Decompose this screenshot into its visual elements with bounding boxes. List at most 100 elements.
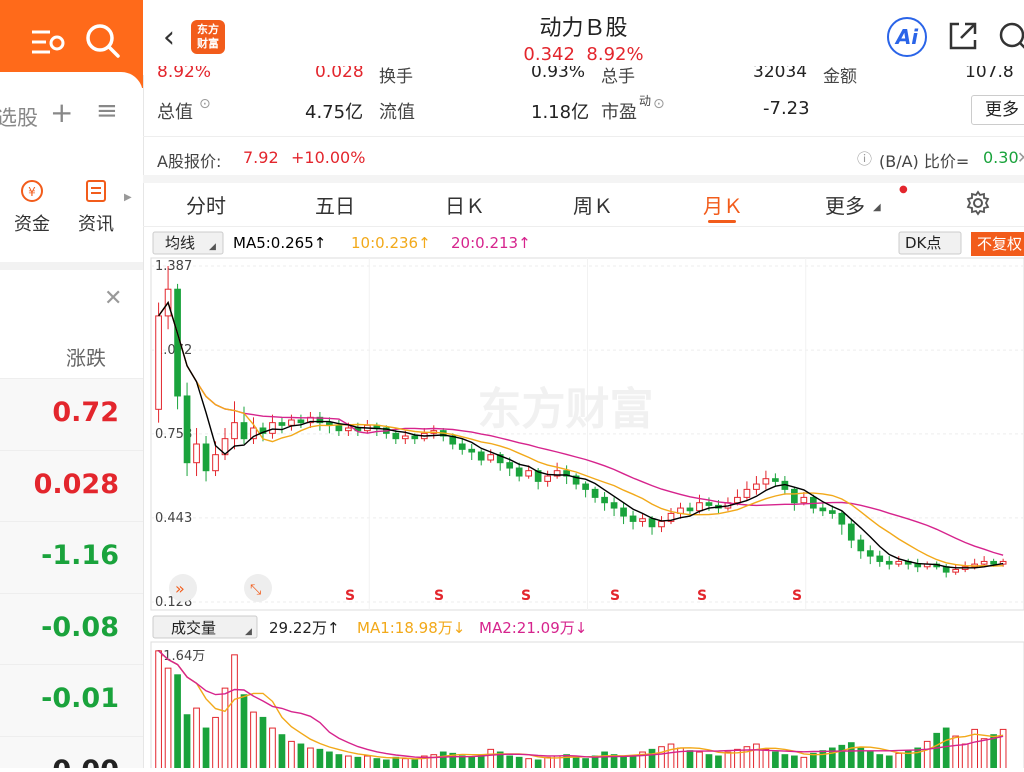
candle-body xyxy=(838,512,846,525)
volume-bar xyxy=(278,734,286,772)
volume-bar xyxy=(572,756,580,772)
search-icon[interactable] xyxy=(82,20,122,60)
candle-body xyxy=(772,478,779,482)
list-item[interactable]: -0.08 xyxy=(0,592,143,664)
close-icon[interactable]: ✕ xyxy=(104,286,122,311)
sell-signal-marker: S xyxy=(697,588,707,604)
volume-bar xyxy=(648,748,656,772)
candle-body xyxy=(914,563,922,568)
more-button[interactable]: 更多 xyxy=(971,95,1024,125)
list-item[interactable]: -1.16 xyxy=(0,521,143,593)
total-hands-value: 32034 xyxy=(753,66,808,82)
more-dots-icon[interactable]: ⊙ xyxy=(199,96,211,112)
kline-chart-svg[interactable]: 均线 ◢ MA5:0.265↑ 10:0.236↑ 20:0.213↑ DK点 不复权 1.3… xyxy=(143,228,1024,772)
quote-row-1: 8.92% 0.028 换手 0.93% 总手 32034 金额 107.8万 xyxy=(143,66,1024,88)
filter-settings-icon[interactable] xyxy=(28,22,68,62)
fund-flow-button[interactable]: ¥ 资金 xyxy=(7,178,57,236)
volume-bar xyxy=(781,754,789,772)
candle-body xyxy=(658,520,665,528)
search-icon[interactable] xyxy=(995,18,1024,54)
tab-daily-k[interactable]: 日Ｋ xyxy=(445,190,485,219)
volume-bar xyxy=(667,743,675,772)
volume-bar xyxy=(942,727,950,772)
volume-bar xyxy=(382,759,390,772)
volume-bar xyxy=(316,748,324,772)
volume-bar xyxy=(819,750,827,772)
left-sidebar: 选股 + ≡ ¥ 资金 资讯 ▶ ✕ 涨跌 0.72 0.028 -1.16 -0.0… xyxy=(0,0,144,768)
candle-body xyxy=(240,422,248,440)
candle-body xyxy=(392,432,400,440)
candle-body xyxy=(847,523,855,541)
expand-arrow-icon[interactable]: ▶ xyxy=(124,192,132,203)
tab-five-day[interactable]: 五日 xyxy=(315,190,355,219)
volume-bar xyxy=(961,743,969,772)
add-icon[interactable]: + xyxy=(50,96,73,129)
pe-dynamic-sup: 动 xyxy=(639,94,652,108)
tab-weekly-k[interactable]: 周Ｋ xyxy=(573,190,613,219)
candle-body xyxy=(952,568,960,573)
list-item[interactable]: 0.00 xyxy=(0,735,143,768)
total-hands-label: 总手 xyxy=(601,67,635,87)
change-column-header[interactable]: 涨跌 xyxy=(66,342,106,371)
quote-row-2: 总值 ⊙ 4.75亿 流值 1.18亿 市盈 动 ⊙ -7.23 xyxy=(143,94,1024,124)
volume-bar xyxy=(183,714,191,772)
volume-bar xyxy=(952,735,960,772)
menu-icon[interactable]: ≡ xyxy=(96,96,118,126)
watermark: 东方财富 xyxy=(478,384,654,435)
kline-chart-area[interactable]: 均线 ◢ MA5:0.265↑ 10:0.236↑ 20:0.213↑ DK点 不复权 1.3… xyxy=(143,228,1024,772)
candle-body xyxy=(743,488,751,498)
help-icon[interactable]: ⓘ xyxy=(857,148,872,169)
volume-bar xyxy=(809,752,817,772)
stock-header: ‹ 东方 财富 动力Ｂ股 0.342 8.92% Ai xyxy=(143,0,1024,75)
sell-signal-marker: S xyxy=(792,588,802,604)
list-item[interactable]: 0.72 xyxy=(0,378,143,450)
settings-gear-icon[interactable] xyxy=(965,190,991,216)
news-button[interactable]: 资讯 xyxy=(71,178,121,236)
volume-bar xyxy=(658,746,665,772)
volume-bar xyxy=(202,727,210,772)
tab-intraday[interactable]: 分时 xyxy=(186,190,226,219)
y-tick-label: 1.387 xyxy=(155,259,192,274)
volume-bar xyxy=(753,743,760,772)
stock-change-pct: 8.92% xyxy=(586,44,644,65)
stock-price: 0.342 xyxy=(523,44,575,65)
candle-body xyxy=(629,515,637,522)
a-share-quote-row: A股报价: 7.92 +10.00% ⓘ (B/A) 比价= 0.30 ✕ xyxy=(143,136,1024,183)
double-arrow-icon: » xyxy=(175,579,185,598)
tab-stock-picker[interactable]: 选股 xyxy=(0,102,38,132)
candle-body xyxy=(506,462,514,469)
dropdown-arrow-icon: ◢ xyxy=(209,242,216,252)
news-icon xyxy=(86,180,106,202)
change-value: -1.16 xyxy=(41,540,119,571)
volume-bar xyxy=(791,755,798,772)
ai-assistant-button[interactable]: Ai xyxy=(887,17,927,57)
share-icon[interactable] xyxy=(945,18,981,54)
volume-bar xyxy=(885,755,893,772)
total-value: 4.75亿 xyxy=(305,102,364,123)
candle-body xyxy=(269,422,276,434)
amount-label: 金额 xyxy=(823,67,857,87)
tab-more[interactable]: 更多 xyxy=(825,190,865,219)
close-ratio-icon[interactable]: ✕ xyxy=(1017,148,1024,167)
change-value: -0.01 xyxy=(41,683,119,714)
tab-monthly-k[interactable]: 月Ｋ xyxy=(703,190,743,219)
list-item[interactable]: -0.01 xyxy=(0,664,143,736)
volume-bar xyxy=(193,707,200,772)
active-tab-indicator xyxy=(708,220,736,223)
volume-bar xyxy=(715,755,722,772)
ratio-value: 0.30 xyxy=(983,148,1019,167)
legend-vol: 29.22万↑ xyxy=(269,619,340,637)
candle-body xyxy=(866,550,874,557)
volume-max-label: 91.64万 xyxy=(155,649,205,664)
volume-bar xyxy=(772,751,779,772)
turnover-label: 换手 xyxy=(379,67,413,87)
list-item[interactable]: 0.028 xyxy=(0,449,143,521)
candle-body xyxy=(696,502,703,512)
candle-body xyxy=(515,467,523,477)
candle-body xyxy=(791,488,798,504)
info-dots-icon[interactable]: ⊙ xyxy=(653,96,665,112)
volume-bar xyxy=(335,754,343,772)
volume-bar xyxy=(288,740,295,772)
candle-body xyxy=(876,555,884,562)
candle-body xyxy=(335,424,343,432)
